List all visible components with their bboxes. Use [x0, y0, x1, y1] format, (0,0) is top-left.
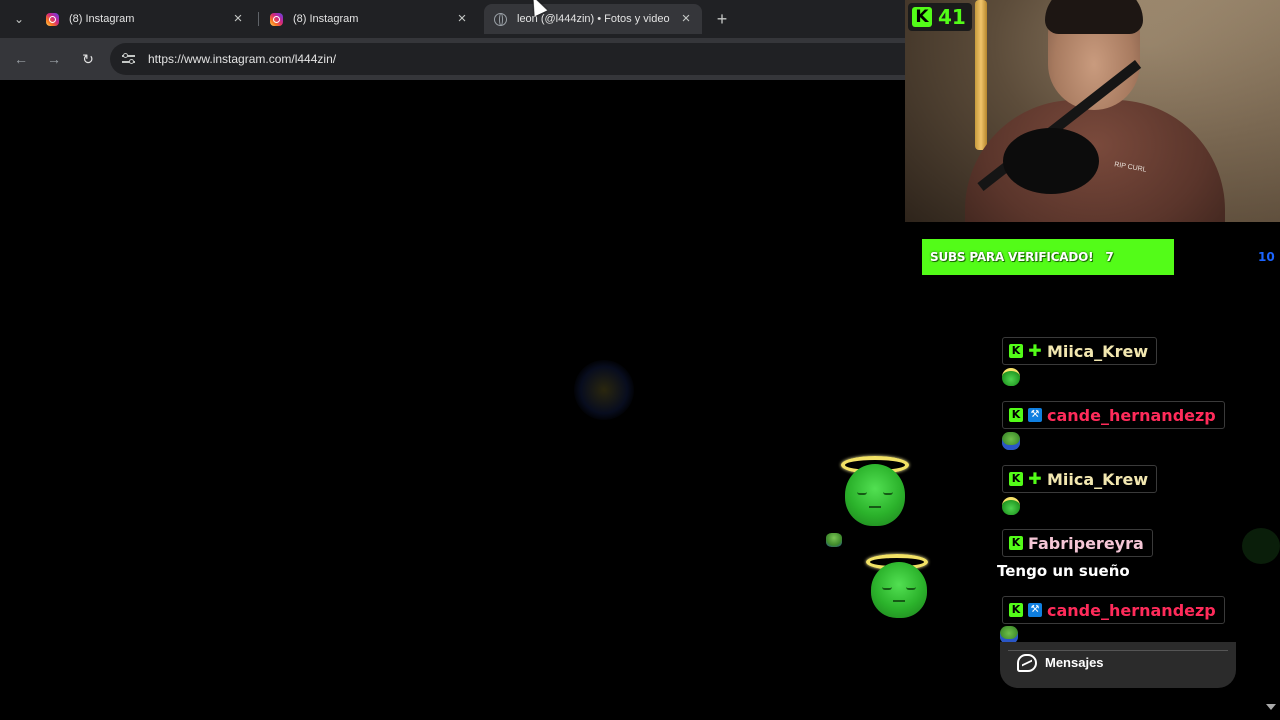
- reload-icon[interactable]: ↻: [78, 49, 98, 69]
- globe-icon: [494, 12, 507, 26]
- instagram-icon: [46, 12, 59, 26]
- chat-username: Fabripereyra: [1028, 533, 1144, 553]
- guitar-image: [975, 0, 987, 150]
- green-blob-emote-icon: [871, 562, 927, 618]
- tab-title: (8) Instagram: [293, 13, 359, 25]
- kick-badge-icon: K: [1009, 344, 1023, 358]
- address-bar[interactable]: https://www.instagram.com/l444zin/: [110, 43, 905, 75]
- green-halo-emote-icon: [1002, 497, 1020, 515]
- chat-username-row: K Fabripereyra: [1002, 529, 1153, 557]
- green-blob-emote-icon: [845, 464, 905, 526]
- pepe-emote-icon: [826, 533, 842, 547]
- close-tab-icon[interactable]: ×: [454, 11, 470, 27]
- chat-username: cande_hernandezp: [1047, 600, 1216, 620]
- moderator-badge-icon: ⚒: [1028, 603, 1042, 617]
- kick-logo-icon: K: [912, 7, 932, 27]
- messenger-icon: [1017, 654, 1037, 672]
- chat-username: Miica_Krew: [1047, 469, 1149, 489]
- close-tab-icon[interactable]: ×: [678, 11, 694, 27]
- kick-badge-icon: K: [1009, 472, 1023, 486]
- browser-tab-active[interactable]: leon (@l444zin) • Fotos y video ×: [484, 4, 702, 34]
- moderator-badge-icon: ⚒: [1028, 408, 1042, 422]
- chat-username-row: K ✚ Miica_Krew: [1002, 465, 1158, 493]
- site-settings-icon[interactable]: [122, 52, 135, 65]
- kick-badge-icon: K: [1009, 603, 1023, 617]
- viewer-count: 41: [938, 5, 966, 29]
- tab-title: leon (@l444zin) • Fotos y video: [517, 13, 670, 25]
- plus-badge-icon: ✚: [1028, 341, 1042, 360]
- faded-emote-icon: [574, 360, 634, 420]
- chat-username-row: K ⚒ cande_hernandezp: [1002, 596, 1225, 624]
- tab-separator: [258, 12, 259, 26]
- chat-username: cande_hernandezp: [1047, 405, 1216, 425]
- chat-message: Tengo un sueño: [997, 562, 1130, 580]
- plus-badge-icon: ✚: [1028, 469, 1042, 488]
- browser-tab-instagram-1[interactable]: (8) Instagram ×: [36, 4, 254, 34]
- pepe-emote-icon: [1002, 432, 1020, 450]
- scroll-down-arrow-icon[interactable]: [1266, 704, 1276, 710]
- url-text[interactable]: https://www.instagram.com/l444zin/: [148, 52, 336, 66]
- sub-goal-label: SUBS PARA VERIFICADO!: [930, 250, 1094, 264]
- faded-emote-icon: [1242, 528, 1280, 564]
- sub-goal-current: 7: [1105, 250, 1114, 264]
- microphone-pop-filter: [1003, 128, 1099, 194]
- kick-badge-icon: K: [1009, 536, 1023, 550]
- back-arrow-icon[interactable]: ←: [11, 49, 31, 69]
- messages-label: Mensajes: [1045, 655, 1104, 670]
- tab-search-chevron-icon[interactable]: ⌄: [8, 8, 30, 30]
- tab-title: (8) Instagram: [69, 13, 135, 25]
- chat-username: Miica_Krew: [1047, 341, 1149, 361]
- kick-badge-icon: K: [1009, 408, 1023, 422]
- chat-username-row: K ⚒ cande_hernandezp: [1002, 401, 1225, 429]
- new-tab-plus-icon[interactable]: +: [712, 9, 732, 29]
- instagram-icon: [270, 12, 283, 26]
- browser-toolbar: ← → ↻ https://www.instagram.com/l444zin/: [0, 38, 905, 80]
- browser-tab-strip: ⌄ (8) Instagram × (8) Instagram × leon (…: [0, 0, 905, 38]
- viewer-count-badge: K 41: [908, 3, 972, 31]
- chat-username-row: K ✚ Miica_Krew: [1002, 337, 1158, 365]
- browser-tab-instagram-2[interactable]: (8) Instagram ×: [260, 4, 478, 34]
- webcam-feed: RIP CURL: [905, 0, 1280, 222]
- green-halo-emote-icon: [1002, 368, 1020, 386]
- sub-goal-target: 10: [1258, 250, 1275, 264]
- close-tab-icon[interactable]: ×: [230, 11, 246, 27]
- forward-arrow-icon[interactable]: →: [44, 49, 64, 69]
- sub-goal-bar: SUBS PARA VERIFICADO! 7: [922, 239, 1174, 275]
- messages-button[interactable]: Mensajes: [1000, 642, 1236, 688]
